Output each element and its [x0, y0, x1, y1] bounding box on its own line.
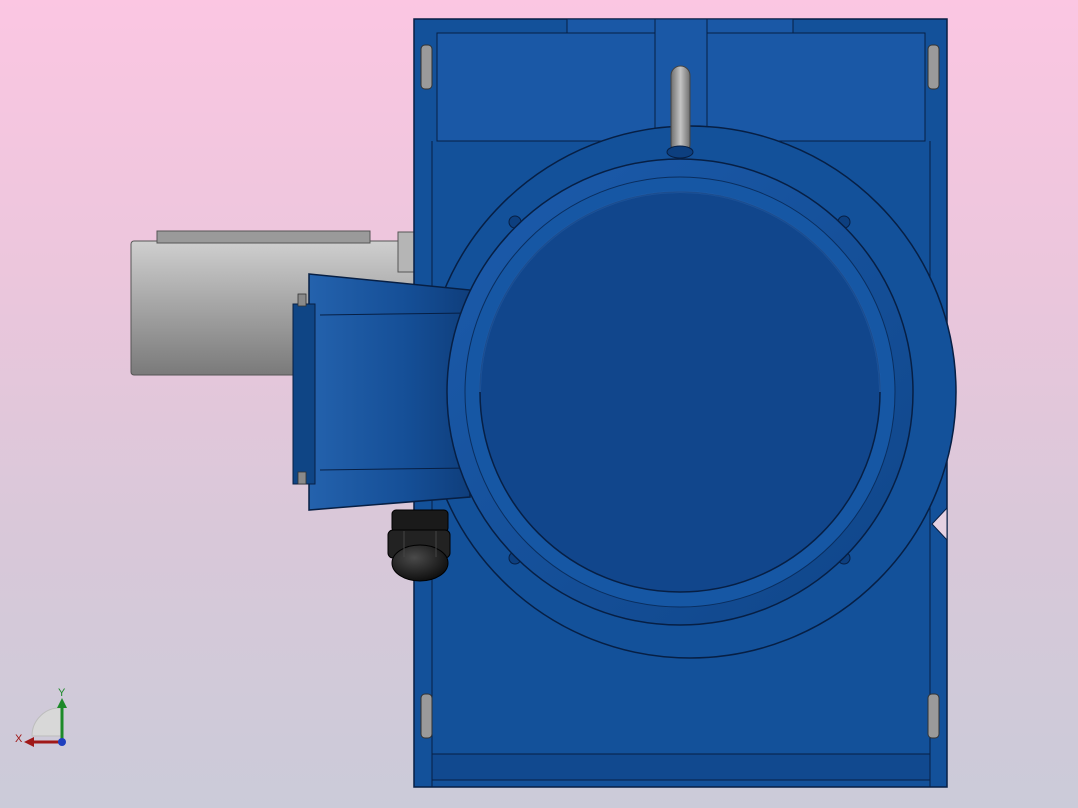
cable-gland — [387, 509, 451, 582]
end-cover — [446, 158, 914, 626]
x-axis-label: X — [15, 733, 23, 745]
motor-adapter — [292, 273, 471, 511]
y-axis-label: Y — [58, 687, 66, 699]
orientation-triad[interactable]: X Y — [12, 684, 82, 754]
lifting-eyebolt — [666, 65, 694, 159]
graphics-viewport[interactable]: X Y — [0, 0, 1078, 808]
cad-model-view[interactable] — [0, 0, 1078, 808]
triad-axes-icon — [24, 698, 67, 747]
